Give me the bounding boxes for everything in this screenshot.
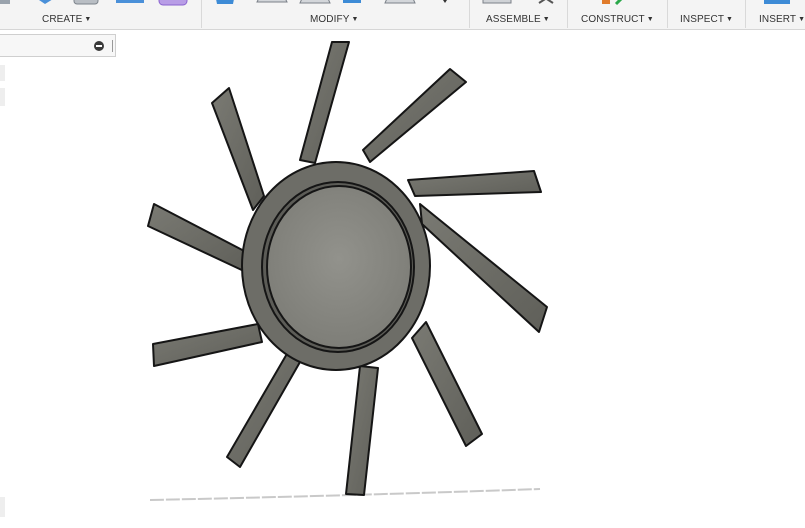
impeller-blade[interactable] xyxy=(299,41,350,164)
modify-menu[interactable]: MODIFY ▼ xyxy=(310,14,359,25)
assemble-tool-icons[interactable] xyxy=(475,0,565,7)
separator xyxy=(667,0,668,28)
impeller-blade[interactable] xyxy=(362,68,467,163)
impeller-blade[interactable] xyxy=(411,321,483,447)
create-menu[interactable]: CREATE ▼ xyxy=(42,14,91,25)
impeller-blade[interactable] xyxy=(211,87,265,211)
assemble-menu[interactable]: ASSEMBLE ▼ xyxy=(486,14,550,25)
separator xyxy=(469,0,470,28)
separator xyxy=(567,0,568,28)
separator xyxy=(201,0,202,28)
ground-shadow xyxy=(149,488,541,501)
modify-tool-icons[interactable] xyxy=(205,0,465,7)
impeller-blade[interactable] xyxy=(407,170,542,197)
construct-menu[interactable]: CONSTRUCT ▼ xyxy=(581,14,654,25)
impeller-blade[interactable] xyxy=(345,365,379,496)
impeller-model[interactable] xyxy=(147,41,548,496)
impeller-hub-face[interactable] xyxy=(266,185,412,349)
toolbar: CREATE ▼ MODIFY ▼ ASSEMBLE ▼ CONSTRUCT ▼ INS… xyxy=(0,0,805,30)
impeller-blade[interactable] xyxy=(226,351,301,468)
insert-tool-icon[interactable] xyxy=(760,0,800,7)
inspect-menu[interactable]: INSPECT ▼ xyxy=(680,14,733,25)
separator xyxy=(745,0,746,28)
construct-tool-icon[interactable] xyxy=(598,0,638,7)
impeller-blade[interactable] xyxy=(419,203,548,333)
model-viewport[interactable] xyxy=(0,30,805,528)
create-tool-icons[interactable] xyxy=(0,0,200,7)
impeller-blade[interactable] xyxy=(147,203,251,273)
insert-menu[interactable]: INSERT ▼ xyxy=(759,14,805,25)
impeller-blade[interactable] xyxy=(152,323,263,367)
